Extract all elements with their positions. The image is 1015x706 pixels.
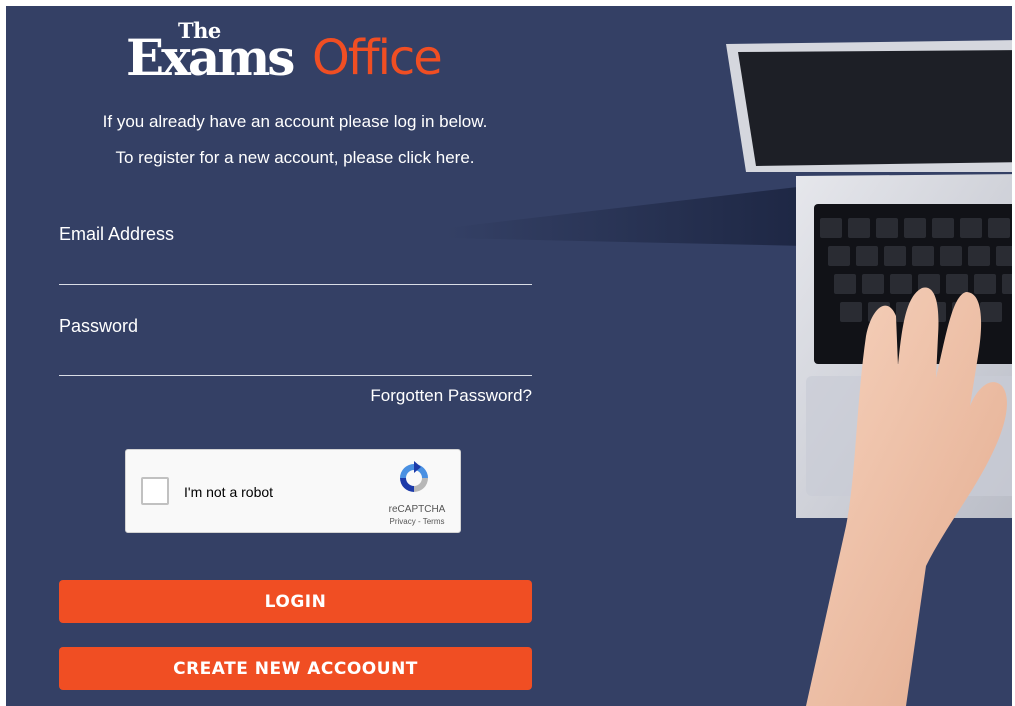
recaptcha-checkbox[interactable] — [141, 477, 169, 505]
email-label: Email Address — [59, 224, 175, 244]
logo-exams: Exams — [126, 28, 295, 87]
logo-office: Office — [312, 30, 443, 86]
login-page: The Exams Office If you already have an … — [6, 6, 1012, 706]
recaptcha-widget: I'm not a robot reCAPTCHA Privacy - Term… — [125, 449, 461, 533]
password-label: Password — [59, 316, 139, 336]
recaptcha-label: I'm not a robot — [184, 484, 274, 500]
laptop-typing-hand-image — [446, 40, 1012, 706]
